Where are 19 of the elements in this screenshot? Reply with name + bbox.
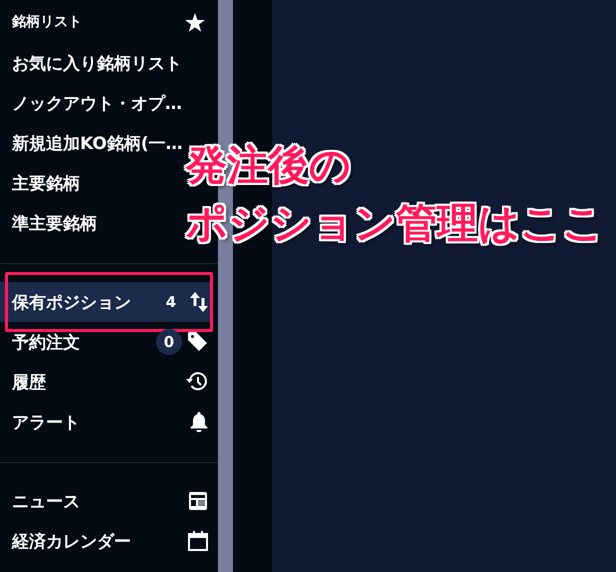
sidebar-item[interactable]: お気に入り銘柄リスト — [0, 43, 192, 83]
sidebar-item[interactable]: 準主要銘柄 — [0, 203, 107, 243]
sidebar-item[interactable]: 主要銘柄 — [0, 163, 90, 203]
count-badge: 0 — [156, 329, 182, 355]
sidebar-item[interactable]: ノックアウト・オプ… — [0, 83, 192, 123]
sidebar-item[interactable]: 予約注文 0 — [0, 322, 218, 362]
sidebar-item[interactable]: ニュース — [0, 481, 218, 521]
star-icon[interactable] — [185, 12, 205, 32]
sidebar-item[interactable]: 保有ポジション 4 — [0, 282, 213, 322]
history-icon — [186, 372, 208, 392]
sidebar-item[interactable]: 履歴 — [0, 362, 218, 402]
sidebar-item[interactable]: 経済カレンダー — [0, 521, 218, 561]
tag-icon — [188, 332, 208, 352]
sidebar-item[interactable]: アラート — [0, 402, 218, 442]
calendar-icon — [188, 531, 208, 551]
newspaper-icon — [188, 491, 208, 511]
up-down-arrows-icon — [190, 292, 208, 312]
section-header: 銘柄リスト — [12, 13, 82, 31]
bell-icon — [190, 412, 208, 432]
